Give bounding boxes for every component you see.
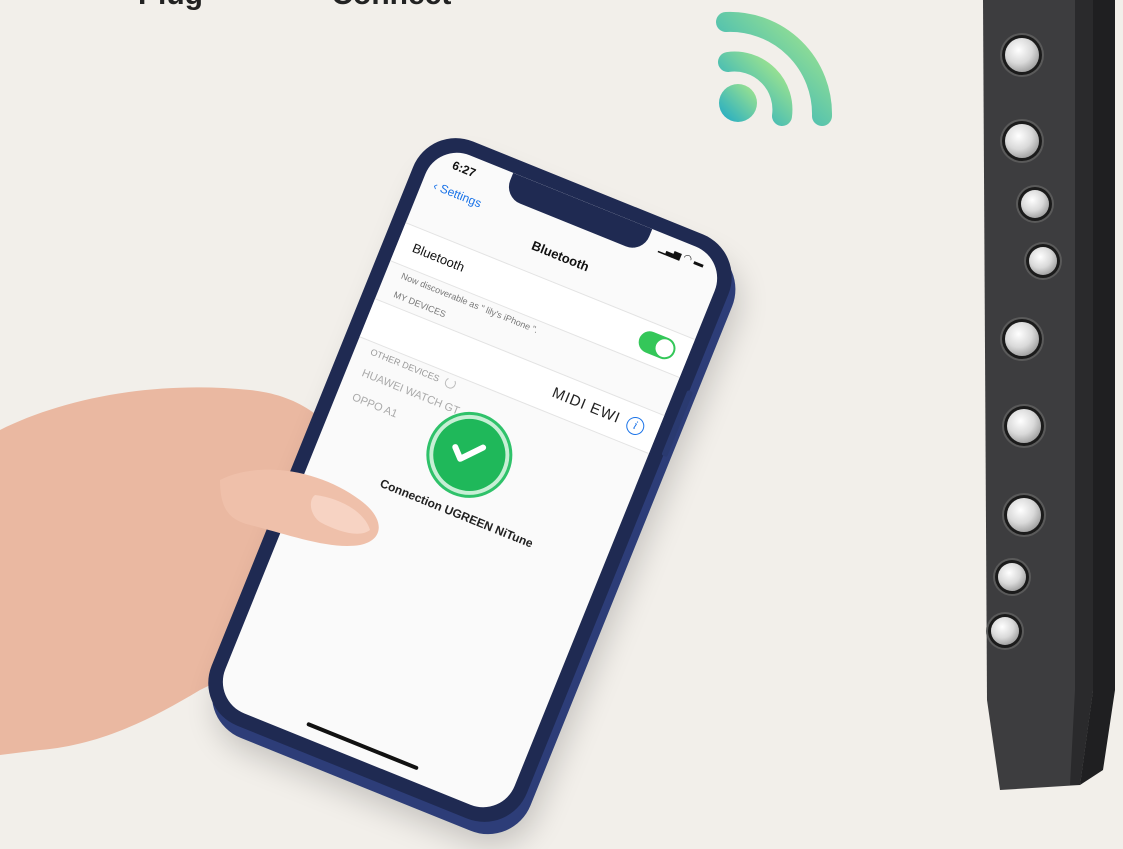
- title-part-connect: Connect: [331, 0, 451, 11]
- status-time: 6:27: [450, 158, 478, 181]
- title-part-plug: Plug: [138, 0, 203, 11]
- instrument-key: [1007, 498, 1041, 532]
- instrument-key: [998, 563, 1026, 591]
- instrument-key: [1005, 38, 1039, 72]
- other-device-item[interactable]: OPPO A1: [350, 391, 399, 420]
- instrument-key: [1021, 190, 1049, 218]
- thumb-illustration: [220, 469, 379, 546]
- instrument-key: [1005, 124, 1039, 158]
- bluetooth-toggle[interactable]: [635, 327, 679, 363]
- instrument-key: [1007, 409, 1041, 443]
- instrument-key: [991, 617, 1019, 645]
- instrument-key: [1005, 322, 1039, 356]
- checkmark-icon: [417, 402, 522, 508]
- status-icons: ▁▃▅ ◠ ▬: [657, 242, 706, 271]
- bluetooth-label: Bluetooth: [410, 240, 467, 275]
- instrument-key: [1029, 247, 1057, 275]
- loading-spinner-icon: [443, 375, 458, 391]
- device-name: MIDI EWI: [549, 384, 623, 428]
- midi-ewi-instrument: [975, 0, 1123, 790]
- wireless-signal-icon: [716, 11, 833, 126]
- page-title: Plug Connect: [138, 0, 571, 12]
- info-icon[interactable]: i: [623, 414, 647, 438]
